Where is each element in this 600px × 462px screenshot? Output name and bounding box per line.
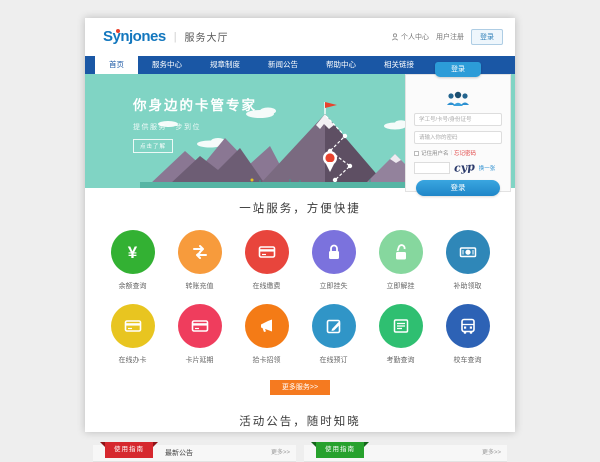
service-transfer-recharge[interactable]: 转账充值 [166,230,233,291]
site-page: Synjones | 服务大厅 个人中心 用户注册 登录 首页 服务中心 规章制… [85,18,515,432]
service-found-card-claim[interactable]: 拾卡招领 [233,304,300,365]
right-usage-guide-tab[interactable]: 使用指南 [316,442,364,458]
announcement-panels: 使用指南 最新公告 更多>> 使用指南 更多>> [85,445,515,462]
bus-icon [458,316,478,336]
left-announcement-bar: 使用指南 最新公告 更多>> [93,445,296,462]
list-icon [391,316,411,336]
forgot-password-link[interactable]: 忘记密码 [454,149,476,157]
transfer-circle [178,230,222,274]
users-group-icon [414,91,502,107]
bank-card-icon [190,316,210,336]
left-more-link[interactable]: 更多>> [271,445,290,462]
services-title: 一站服务，方便快捷 [85,200,515,216]
header-login-button[interactable]: 登录 [471,29,503,45]
login-tab[interactable]: 登录 [435,62,481,77]
refresh-captcha-link[interactable]: 换一张 [479,164,496,172]
site-header: Synjones | 服务大厅 个人中心 用户注册 登录 [85,18,515,56]
right-more-link[interactable]: 更多>> [482,445,501,462]
services-grid: ¥ 余额查询 转账充值 [99,230,501,365]
register-link[interactable]: 用户注册 [436,32,464,42]
edit-icon [324,316,344,336]
captcha-image[interactable]: cyp [454,160,476,174]
logo-dot-icon [116,29,120,33]
more-services-button[interactable]: 更多服务>> [270,380,330,395]
attendance-circle [379,304,423,348]
login-submit-button[interactable]: 登录 [416,180,500,196]
booking-circle [312,304,356,348]
separator: | [451,150,452,156]
balance-circle: ¥ [111,230,155,274]
yen-icon: ¥ [128,244,137,261]
username-input[interactable] [414,113,502,126]
service-online-payment[interactable]: 在线缴费 [233,230,300,291]
nav-item-rules[interactable]: 规章制度 [196,56,254,74]
site-name: 服务大厅 [185,29,229,44]
nav-item-help-center[interactable]: 帮助中心 [312,56,370,74]
card-apply-circle [111,304,155,348]
service-school-bus-inquiry[interactable]: 校车查询 [434,304,501,365]
service-attendance-inquiry[interactable]: 考勤查询 [367,304,434,365]
bank-card-icon [257,242,277,262]
service-balance-inquiry[interactable]: ¥ 余额查询 [99,230,166,291]
personal-center-label: 个人中心 [401,32,429,42]
nav-item-service-center[interactable]: 服务中心 [138,56,196,74]
service-online-card-apply[interactable]: 在线办卡 [99,304,166,365]
logo-divider: | [174,31,177,43]
services-section: 一站服务，方便快捷 ¥ 余额查询 转账充值 [85,188,515,395]
banknote-icon [458,242,478,262]
service-report-loss[interactable]: 立即挂失 [300,230,367,291]
hero-title: 你身边的卡管专家 [133,94,257,114]
megaphone-icon [257,316,277,336]
captcha-input[interactable] [414,162,450,174]
service-subsidy-collect[interactable]: 补助领取 [434,230,501,291]
nav-item-home[interactable]: 首页 [95,56,138,74]
password-input[interactable] [414,131,502,144]
hero-subtitle: 提供服务一步到位 [133,122,257,132]
payment-circle [245,230,289,274]
personal-center-link[interactable]: 个人中心 [391,32,429,42]
remember-label: 记住用户名 [421,149,449,157]
lock-icon [324,242,344,262]
service-card-extension[interactable]: 卡片延期 [166,304,233,365]
unlock-icon [391,242,411,262]
logo[interactable]: Synjones | 服务大厅 [103,28,229,45]
bank-card-icon [123,316,143,336]
hero-copy: 你身边的卡管专家 提供服务一步到位 点击了解 [133,94,257,153]
transfer-arrows-icon [190,242,210,262]
remember-checkbox[interactable] [414,151,419,156]
loss-circle [312,230,356,274]
service-online-booking[interactable]: 在线预订 [300,304,367,365]
bus-circle [446,304,490,348]
login-panel: 登录 记住用户名 | 忘记密码 cyp 换一张 [405,62,511,192]
person-icon [391,33,399,41]
card-extension-circle [178,304,222,348]
service-unlock-card[interactable]: 立即解挂 [367,230,434,291]
latest-announcements-tab[interactable]: 最新公告 [165,445,193,462]
logo-text: Synjones [103,28,166,45]
left-usage-guide-tab[interactable]: 使用指南 [105,442,153,458]
page-background: { "header": { "logo": "Synjones", "site_… [0,0,600,450]
right-announcement-bar: 使用指南 更多>> [304,445,507,462]
register-label: 用户注册 [436,32,464,42]
announcements-title: 活动公告，随时知晓 [85,413,515,429]
subsidy-circle [446,230,490,274]
nav-item-news[interactable]: 新闻公告 [254,56,312,74]
found-card-circle [245,304,289,348]
hero-cta-button[interactable]: 点击了解 [133,139,173,153]
unlock-circle [379,230,423,274]
header-right: 个人中心 用户注册 登录 [391,29,503,45]
